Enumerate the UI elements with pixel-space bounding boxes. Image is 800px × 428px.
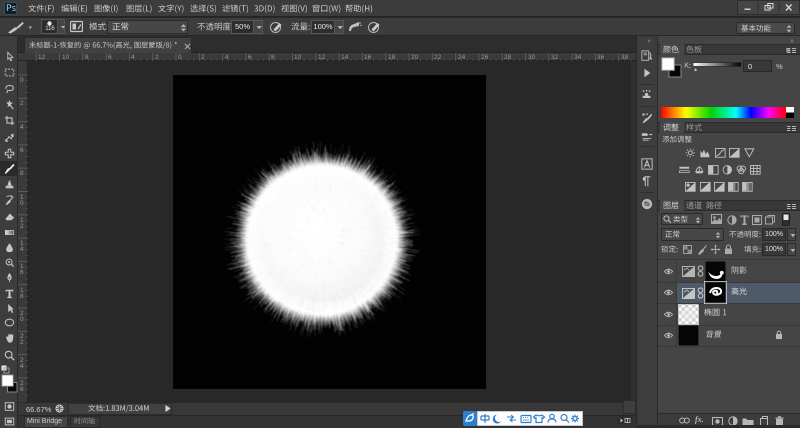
svg-text:fb: fb bbox=[644, 202, 650, 208]
